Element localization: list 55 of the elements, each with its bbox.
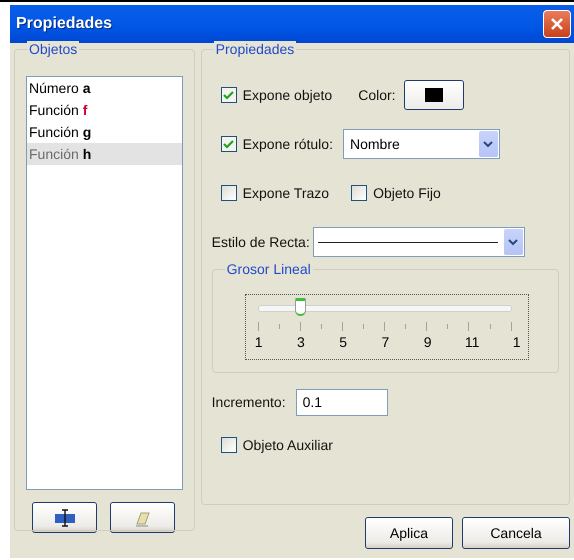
tick-label: 1 [254, 334, 264, 351]
slider-tick [468, 322, 470, 331]
checkbox-label: Objeto Auxiliar [242, 437, 333, 453]
object-list-item[interactable]: Función h [27, 143, 182, 165]
line-style-label: Estilo de Recta: [212, 234, 310, 250]
thickness-slider[interactable]: 1 3 5 7 9 11 1 [244, 294, 529, 360]
close-button[interactable] [543, 10, 571, 38]
increment-label: Incremento: [212, 394, 286, 410]
slider-tick [342, 322, 343, 331]
slider-tick [363, 324, 364, 329]
dialog-button[interactable]: Cancela [462, 517, 570, 549]
tick-label: 3 [296, 334, 306, 351]
group-legend: Objetos [27, 41, 80, 57]
line-style-dropdown[interactable] [312, 227, 525, 257]
object-list[interactable]: Número a Función f Función g Función h [26, 76, 183, 490]
close-icon [550, 17, 564, 31]
label-dropdown[interactable]: Nombre [342, 129, 500, 159]
object-list-item[interactable]: Número a [27, 77, 182, 99]
checkbox[interactable] [220, 185, 237, 201]
tick-label: 9 [422, 334, 432, 351]
color-button[interactable] [404, 80, 464, 110]
tick-label: 1 [512, 334, 522, 351]
slider-tick [405, 324, 406, 329]
slider-tick [384, 322, 386, 331]
color-label: Color: [358, 87, 396, 103]
object-list-item[interactable]: Función g [27, 121, 182, 143]
tick-label: 7 [380, 334, 390, 351]
window-title: Propiedades [16, 15, 112, 33]
slider-tick [490, 324, 491, 329]
tick-label: 11 [464, 334, 480, 351]
slider-tick [447, 324, 448, 329]
slider-thumb[interactable] [294, 298, 306, 316]
slider-tick [278, 324, 280, 329]
slider-tick [300, 322, 301, 331]
checkbox-label: Objeto Fijo [373, 185, 441, 201]
slider-tick [426, 322, 428, 331]
increment-field[interactable]: 0.1 [296, 388, 388, 416]
dialog-button[interactable]: Aplica [365, 517, 453, 549]
checkbox[interactable] [351, 185, 368, 201]
slider-tick [258, 322, 259, 331]
checkbox[interactable] [220, 87, 237, 103]
rename-button[interactable] [32, 502, 97, 533]
checkbox-label: Expone Trazo [242, 185, 330, 201]
checkbox[interactable] [220, 437, 237, 453]
group-legend: Propiedades [214, 41, 296, 57]
checkbox-label: Expone rótulo: [242, 136, 333, 152]
checkbox[interactable] [220, 136, 237, 152]
color-swatch [424, 88, 443, 102]
object-list-item[interactable]: Función f [27, 99, 182, 121]
slider-tick [320, 324, 322, 329]
delete-button[interactable] [110, 502, 175, 533]
group-legend: Grosor Lineal [224, 261, 313, 277]
checkbox-label: Expone objeto [242, 87, 332, 103]
tick-label: 5 [338, 334, 348, 351]
slider-tick [510, 322, 512, 331]
